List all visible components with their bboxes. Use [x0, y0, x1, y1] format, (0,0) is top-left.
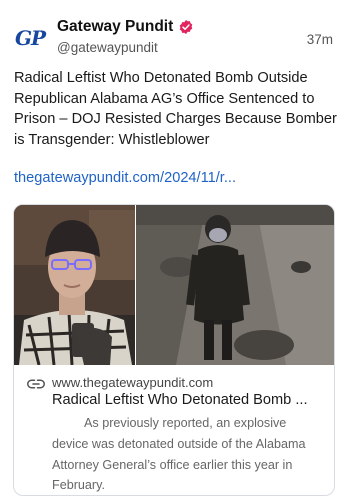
card-photo-person-portrait: [14, 205, 135, 365]
post-header: GP Gateway Pundit @gatewaypundit 37m: [0, 0, 347, 66]
card-title[interactable]: Radical Leftist Who Detonated Bomb ...: [52, 392, 327, 408]
avatar[interactable]: GP: [13, 21, 47, 55]
card-photo-surveillance-still: [136, 205, 334, 365]
post-body-text: Radical Leftist Who Detonated Bomb Outsi…: [14, 70, 337, 148]
card-image-area: [14, 205, 334, 365]
display-name[interactable]: Gateway Pundit: [57, 18, 173, 36]
post-link[interactable]: thegatewaypundit.com/2024/11/r...: [14, 170, 236, 186]
name-row: Gateway Pundit: [57, 18, 194, 36]
link-preview-card[interactable]: www.thegatewaypundit.com Radical Leftist…: [13, 204, 335, 496]
surveillance-illustration: [136, 205, 334, 365]
verified-badge-icon: [180, 20, 193, 34]
timestamp[interactable]: 37m: [307, 32, 333, 47]
portrait-illustration: [14, 205, 135, 365]
card-description: As previously reported, an explosive dev…: [52, 416, 306, 493]
avatar-logo-text: GP: [14, 26, 46, 50]
card-domain: www.thegatewaypundit.com: [52, 375, 214, 390]
link-icon: [27, 379, 45, 389]
handle[interactable]: @gatewaypundit: [57, 40, 158, 55]
